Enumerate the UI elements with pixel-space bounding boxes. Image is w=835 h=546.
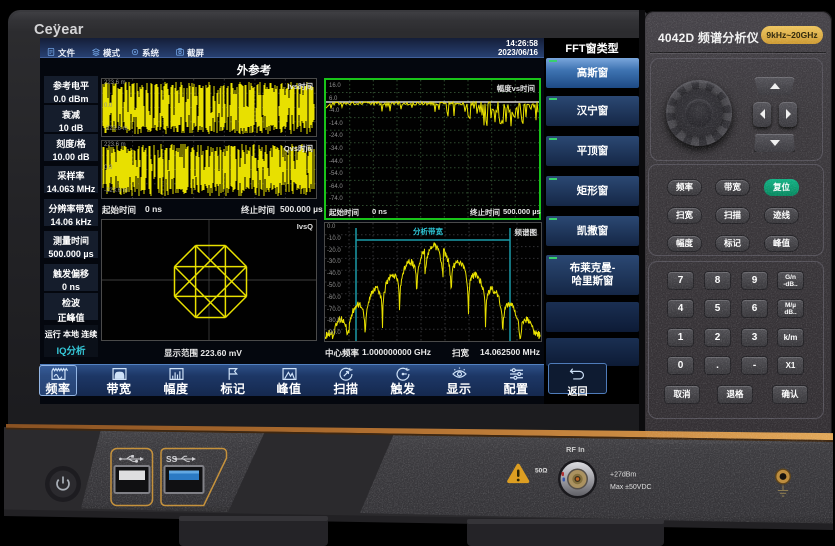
svg-text:RF In: RF In: [566, 445, 585, 454]
svg-text:Max ±50VDC: Max ±50VDC: [610, 484, 652, 491]
svg-text:+27dBm: +27dBm: [610, 472, 636, 479]
svg-text:50Ω: 50Ω: [535, 468, 547, 475]
